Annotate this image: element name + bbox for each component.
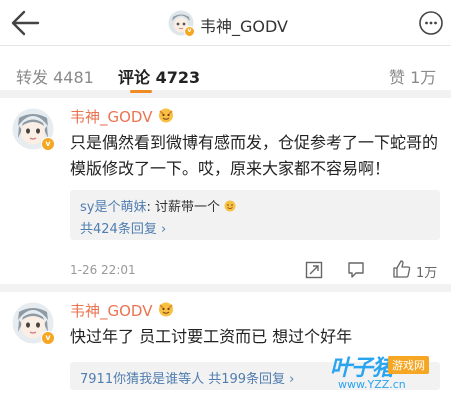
comment-time: 1-26 22:01 [70,263,136,277]
page-title: 韦神_GODV [200,17,288,36]
comment-divider [0,284,451,292]
smile-emoji-icon [224,200,236,212]
verified-badge-icon: v [41,331,55,345]
reply-username[interactable]: sy是个萌妹 [80,200,146,215]
comment-username[interactable]: 韦神_GODV [70,106,152,127]
tab-repost-count: 4481 [53,68,94,87]
fan-emoji-icon [159,302,173,317]
view-replies-link[interactable]: 7911你猜我是谁等人 共199条回复 › [80,368,294,387]
header-avatar[interactable]: v [168,10,195,37]
tab-like[interactable]: 赞 1万 [389,64,436,88]
tab-repost-label: 转发 [16,68,49,87]
comment-icon[interactable] [346,260,366,280]
repost-icon[interactable] [304,260,324,280]
like-count: 1万 [416,266,438,281]
tab-comment-count: 4723 [155,68,201,87]
arrow-left-icon[interactable] [8,8,44,38]
active-tab-indicator [130,90,152,93]
tab-repost[interactable]: 转发 4481 [16,64,94,88]
view-replies-link[interactable]: 共424条回复 › [80,218,166,237]
fan-emoji-icon [159,108,173,123]
tab-bar: 转发 4481 评论 4723 赞 1万 [0,46,451,98]
tab-like-count: 1万 [410,68,437,87]
top-bar: v 韦神_GODV [0,0,451,46]
reply-box[interactable]: sy是个萌妹: 讨薪带一个 共424条回复 › [70,190,440,240]
comment-item[interactable]: v 韦神_GODV 只是偶然看到微博有感而发，仓促参考了一下蛇哥的模版修改了一下… [0,98,451,290]
tab-comment-label: 评论 [118,68,151,87]
verified-badge-icon: v [184,26,195,37]
like-icon[interactable] [392,259,412,279]
reply-text: : 讨薪带一个 [146,200,220,215]
watermark-tag: 游戏网 [388,356,429,374]
verified-badge-icon: v [41,137,55,151]
comment-content: 只是偶然看到微博有感而发，仓促参考了一下蛇哥的模版修改了一下。哎，原来大家都不容… [70,133,439,178]
watermark-logo: 叶子猪 游戏网 www.YZZ.cn [330,350,451,400]
comment-content: 快过年了 员工讨要工资而已 想过个好年 [70,327,353,346]
reply-preview: sy是个萌妹: 讨薪带一个 [80,196,236,215]
more-dots-icon[interactable] [418,10,444,36]
watermark-url: www.YZZ.cn [338,378,406,391]
comment-username[interactable]: 韦神_GODV [70,300,152,321]
tab-comment[interactable]: 评论 4723 [118,64,200,88]
tab-like-label: 赞 [389,68,406,87]
avatar[interactable]: v [12,302,55,345]
avatar[interactable]: v [12,108,55,151]
